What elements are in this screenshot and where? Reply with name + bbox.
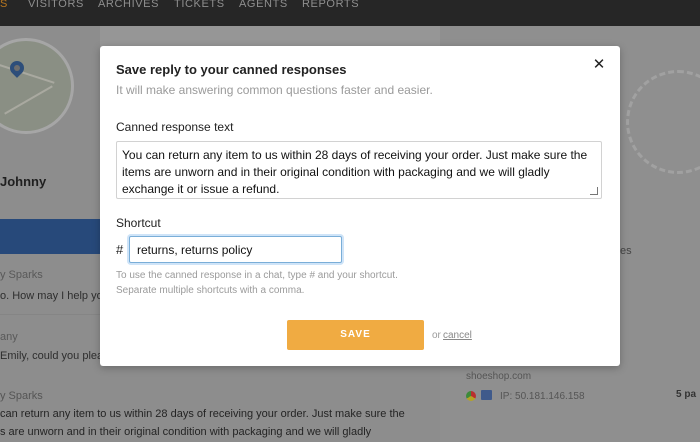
visitor-count-fragment: 5 pa [676, 389, 697, 400]
nav-item-agents[interactable]: AGENTS [239, 0, 288, 10]
nav-item-active[interactable]: S [0, 0, 8, 10]
shortcut-value: returns, returns policy [137, 243, 253, 257]
message-author: y Sparks [0, 390, 43, 402]
nav-item-tickets[interactable]: TICKETS [174, 0, 225, 10]
shortcut-hint-line-2: Separate multiple shortcuts with a comma… [116, 285, 305, 296]
close-icon[interactable]: ✕ [591, 57, 607, 73]
cancel-link[interactable]: cancel [443, 330, 472, 341]
modal-subtitle: It will make answering common questions … [116, 83, 433, 97]
os-icon [481, 390, 492, 400]
message-text: Emily, could you plea [0, 350, 104, 362]
shortcut-hint: To use the canned response in a chat, ty… [116, 268, 398, 298]
chat-transcript: y Sparks can return any item to us withi… [0, 366, 440, 442]
map-road [4, 85, 53, 115]
visitor-ip: IP: 50.181.146.158 [500, 391, 585, 402]
nav-item-archives[interactable]: ARCHIVES [98, 0, 159, 10]
shortcut-label: Shortcut [116, 216, 161, 230]
visitor-domain: shoeshop.com [466, 371, 532, 382]
shortcut-input[interactable]: returns, returns policy [129, 236, 342, 263]
message-divider [0, 314, 100, 315]
shortcut-hint-line-1: To use the canned response in a chat, ty… [116, 270, 398, 281]
message-text: o. How may I help yo [0, 290, 103, 302]
modal-title: Save reply to your canned responses [116, 62, 347, 77]
save-button[interactable]: SAVE [287, 320, 424, 350]
nav-item-visitors[interactable]: VISITORS [28, 0, 84, 10]
canned-response-textarea[interactable]: You can return any item to us within 28 … [116, 141, 602, 199]
nav-item-reports[interactable]: REPORTS [302, 0, 359, 10]
visitor-action-bar[interactable] [0, 219, 100, 254]
details-label-fragment: es [620, 245, 632, 257]
top-navigation: S VISITORS ARCHIVES TICKETS AGENTS REPOR… [0, 0, 700, 26]
or-label: or [432, 330, 441, 341]
hash-prefix: # [116, 242, 124, 257]
save-canned-response-modal: Save reply to your canned responses It w… [100, 46, 620, 366]
map-road [0, 60, 55, 84]
visitor-name: Johnny [0, 174, 47, 189]
message-author: y Sparks [0, 269, 43, 281]
canned-response-label: Canned response text [116, 120, 234, 134]
canned-response-value: You can return any item to us within 28 … [122, 148, 591, 196]
message-author: any [0, 331, 18, 343]
message-text: can return any item to us within 28 days… [0, 408, 405, 420]
message-text-continued: s are unworn and in their original condi… [0, 426, 372, 438]
browser-icon [466, 391, 476, 401]
resize-handle-icon[interactable] [590, 187, 598, 195]
